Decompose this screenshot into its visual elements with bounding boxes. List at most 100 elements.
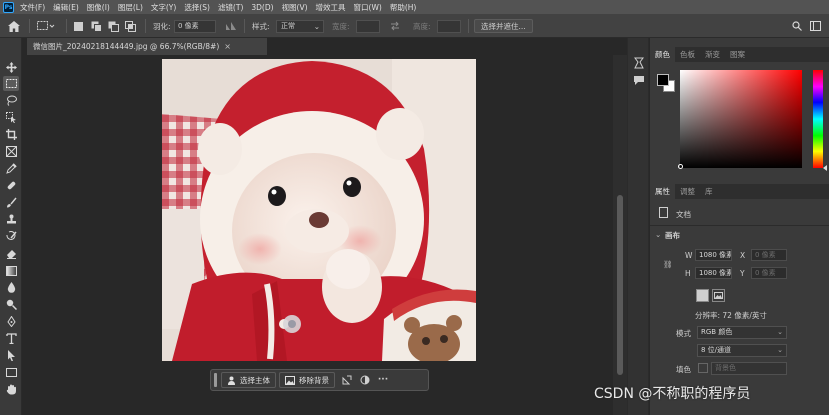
hand-tool-icon[interactable] [3, 382, 19, 397]
foreground-color-swatch[interactable] [657, 74, 669, 86]
rectangular-marquee-tool-icon[interactable] [3, 76, 19, 91]
tab-swatches[interactable]: 色板 [675, 47, 700, 62]
canvas-y-field[interactable]: 0 像素 [751, 267, 787, 279]
height-input[interactable] [437, 19, 461, 33]
pen-tool-icon[interactable] [3, 314, 19, 329]
home-icon[interactable] [8, 14, 20, 38]
marquee-preset-icon[interactable] [37, 14, 55, 38]
landscape-orientation-icon[interactable] [712, 289, 725, 302]
path-selection-tool-icon[interactable] [3, 348, 19, 363]
object-selection-tool-icon[interactable] [3, 110, 19, 125]
search-icon[interactable] [792, 14, 802, 38]
canvas-height-field[interactable]: 1080 像素 [695, 267, 732, 279]
subtract-selection-icon[interactable] [108, 14, 119, 38]
document-title: 微信图片_20240218144449.jpg @ 66.7%(RGB/8#) [33, 42, 220, 51]
remove-background-button[interactable]: 移除背景 [279, 372, 335, 388]
bit-depth-select[interactable]: 8 位/通道 ⌄ [697, 344, 787, 357]
menu-window[interactable]: 窗口(W) [354, 2, 382, 13]
document-icon [659, 207, 668, 218]
crop-tool-icon[interactable] [3, 127, 19, 142]
tab-libraries[interactable]: 库 [700, 184, 718, 199]
width-label: 宽度: [332, 21, 350, 31]
options-bar: 羽化: 0 像素 样式: 正常 ⌄ 宽度: 高度: 选择并遮住... [0, 14, 829, 38]
height-label: 高度: [413, 21, 431, 31]
document-canvas[interactable] [23, 55, 613, 415]
tab-adjustments[interactable]: 调整 [675, 184, 700, 199]
swap-dimensions-icon[interactable] [390, 14, 400, 38]
anti-alias-icon[interactable] [225, 14, 237, 38]
tab-color[interactable]: 颜色 [650, 47, 675, 62]
link-icon[interactable]: ⛓ [663, 260, 673, 269]
portrait-orientation-icon[interactable] [696, 289, 709, 302]
menu-edit[interactable]: 编辑(E) [53, 2, 79, 13]
fill-label: 填色 [676, 365, 691, 374]
hue-slider-handle-icon[interactable] [823, 165, 827, 171]
color-field[interactable] [680, 70, 802, 168]
mode-select[interactable]: RGB 颜色 ⌄ [697, 326, 787, 339]
lasso-tool-icon[interactable] [3, 93, 19, 108]
frame-tool-icon[interactable] [3, 144, 19, 159]
right-panels: 颜色 色板 渐变 图案 属性 调整 库 文档 ⌄ 画布 W 1080 像素 X … [650, 38, 829, 415]
select-and-mask-button[interactable]: 选择并遮住... [474, 19, 533, 33]
color-field-cursor [678, 164, 683, 169]
menu-type[interactable]: 文字(Y) [151, 2, 176, 13]
gradient-tool-icon[interactable] [3, 263, 19, 278]
menu-image[interactable]: 图像(I) [87, 2, 110, 13]
menu-file[interactable]: 文件(F) [20, 2, 45, 13]
canvas-width-field[interactable]: 1080 像素 [695, 249, 732, 261]
new-selection-icon[interactable] [74, 14, 83, 38]
healing-brush-tool-icon[interactable] [3, 178, 19, 193]
feather-label: 羽化: [153, 21, 171, 31]
add-selection-icon[interactable] [91, 14, 102, 38]
menu-view[interactable]: 视图(V) [282, 2, 308, 13]
properties-panel-tabs: 属性 调整 库 [650, 184, 829, 199]
feather-input[interactable]: 0 像素 [174, 19, 216, 33]
more-options-icon[interactable]: ··· [374, 372, 392, 388]
type-tool-icon[interactable] [3, 331, 19, 346]
drag-handle-icon[interactable] [214, 373, 217, 387]
clone-stamp-tool-icon[interactable] [3, 212, 19, 227]
tab-properties[interactable]: 属性 [650, 184, 675, 199]
vertical-scrollbar[interactable] [613, 55, 627, 415]
document-image [162, 59, 476, 361]
rectangle-tool-icon[interactable] [3, 365, 19, 380]
tab-patterns[interactable]: 图案 [725, 47, 750, 62]
close-icon[interactable]: × [224, 42, 231, 51]
brush-tool-icon[interactable] [3, 195, 19, 210]
tools-panel [0, 38, 22, 415]
workspace-icon[interactable] [810, 14, 821, 38]
dodge-tool-icon[interactable] [3, 297, 19, 312]
move-tool-icon[interactable] [3, 60, 19, 75]
tab-gradients[interactable]: 渐变 [700, 47, 725, 62]
mode-label: 模式 [676, 329, 691, 338]
select-subject-button[interactable]: 选择主体 [221, 372, 276, 388]
history-panel-icon[interactable] [632, 56, 646, 70]
menu-plugins[interactable]: 增效工具 [316, 2, 346, 13]
intersect-selection-icon[interactable] [125, 14, 136, 38]
chevron-down-icon: ⌄ [777, 346, 783, 354]
menu-3d[interactable]: 3D(D) [251, 3, 273, 12]
menu-layer[interactable]: 图层(L) [118, 2, 143, 13]
eraser-tool-icon[interactable] [3, 246, 19, 261]
width-input[interactable] [356, 19, 380, 33]
chevron-down-icon: ⌄ [777, 328, 783, 336]
adjustment-icon[interactable] [356, 372, 374, 388]
fill-color-swatch[interactable] [698, 363, 708, 373]
style-select[interactable]: 正常 ⌄ [276, 19, 324, 33]
canvas-x-field[interactable]: 0 像素 [751, 249, 787, 261]
menu-select[interactable]: 选择(S) [184, 2, 210, 13]
document-tab[interactable]: 微信图片_20240218144449.jpg @ 66.7%(RGB/8#) … [27, 38, 267, 55]
menu-filter[interactable]: 滤镜(T) [218, 2, 243, 13]
fill-select[interactable]: 背景色 [711, 362, 787, 375]
transform-icon[interactable] [338, 372, 356, 388]
h-label: H [685, 269, 691, 278]
person-icon [228, 376, 235, 385]
eyedropper-tool-icon[interactable] [3, 161, 19, 176]
blur-tool-icon[interactable] [3, 280, 19, 295]
chevron-down-icon[interactable]: ⌄ [655, 230, 661, 239]
hue-slider[interactable] [813, 70, 823, 168]
menu-help[interactable]: 帮助(H) [390, 2, 417, 13]
history-brush-tool-icon[interactable] [3, 229, 19, 244]
x-label: X [740, 251, 746, 260]
comments-panel-icon[interactable] [632, 73, 646, 87]
